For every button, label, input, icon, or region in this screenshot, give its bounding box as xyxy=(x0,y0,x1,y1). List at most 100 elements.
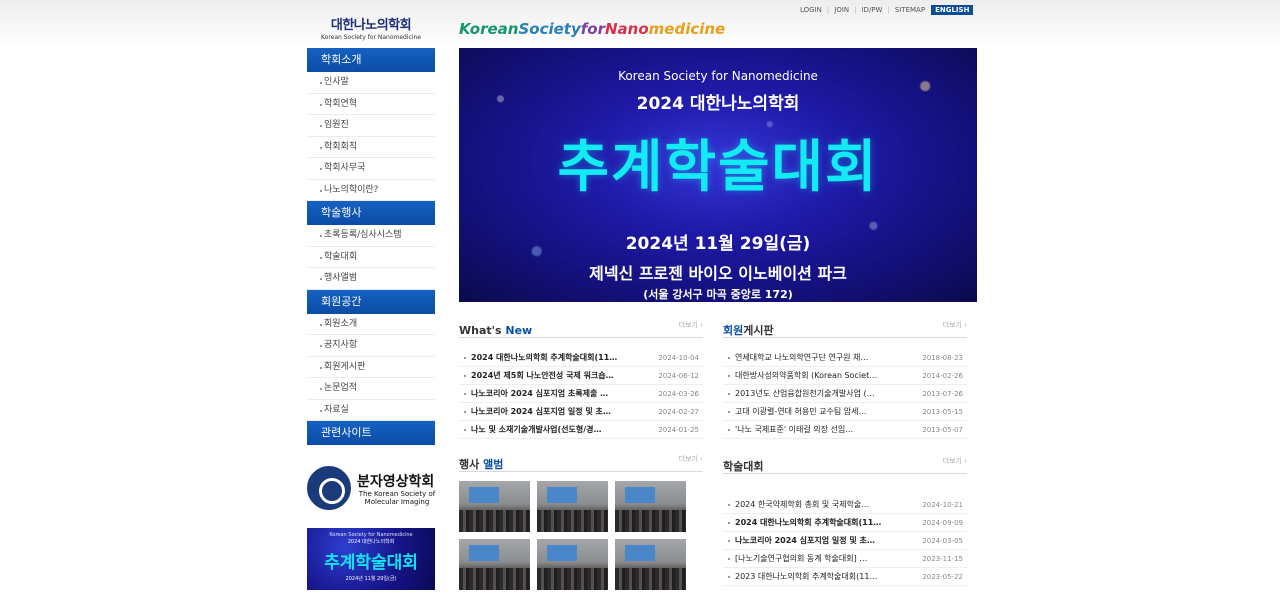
sidebar-section-related-sites[interactable]: 관련사이트 xyxy=(307,421,435,445)
sidebar-nav: 학회소개 인사말 학회연혁 임원진 학회회칙 학회사무국 나노의학이란? 학술행… xyxy=(307,48,435,445)
list-item[interactable]: 연세대학교 나노의학연구단 연구원 채… 2018-08-23 xyxy=(723,349,967,367)
list-item[interactable]: 2024 한국약제학회 총회 및 국제학술… 2024-10-21 xyxy=(723,496,967,514)
site-logo[interactable]: 대한나노의학회 Korean Society for Nanomedicine xyxy=(307,14,435,41)
sidebar-item-album[interactable]: 행사앨범 xyxy=(307,268,435,290)
album-photo[interactable] xyxy=(537,539,608,590)
list-item[interactable]: 2013년도 산업융합원천기술개발사업 (… 2013-07-26 xyxy=(723,385,967,403)
login-link[interactable]: LOGIN xyxy=(800,6,822,14)
list-item[interactable]: 2024 대한나노의학회 추계학술대회(11… 2024-10-04 xyxy=(459,349,703,367)
sidebar-section-about[interactable]: 학회소개 xyxy=(307,48,435,72)
sidebar-item-archive[interactable]: 자료실 xyxy=(307,400,435,421)
board-title: 학술대회 xyxy=(723,460,764,473)
sidebar-item-abstract-system[interactable]: 초록등록/심사시스템 xyxy=(307,225,435,247)
board-title-text: What's xyxy=(459,324,506,337)
sidebar-item-greeting[interactable]: 인사말 xyxy=(307,72,435,94)
item-title: 대한방사성의약품학회 (Korean Societ… xyxy=(735,371,878,380)
board-title-text: 행사 xyxy=(459,458,484,471)
partner-subtitle: The Korean Society of Molecular Imaging xyxy=(358,490,436,506)
hero-org-ko: 2024 대한나노의학회 xyxy=(636,94,800,114)
sidebar-item-member-board[interactable]: 회원게시판 xyxy=(307,357,435,378)
item-date: 2024-10-21 xyxy=(922,500,963,509)
find-id-pw-link[interactable]: ID/PW xyxy=(861,6,882,14)
english-button[interactable]: ENGLISH xyxy=(931,5,974,15)
item-date: 2023-11-15 xyxy=(922,554,963,563)
event-album: 행사 앨범 더보기 › xyxy=(459,453,703,590)
divider: | xyxy=(826,6,830,14)
sidebar-item-member-intro[interactable]: 회원소개 xyxy=(307,314,435,335)
list-item[interactable]: 대한방사성의약품학회 (Korean Societ… 2014-02-26 xyxy=(723,367,967,385)
item-title: '나노 국제표준' 이태걸 의장 선임… xyxy=(735,425,854,434)
item-title: 나노코리아 2024 심포지엄 일정 및 초… xyxy=(735,536,875,545)
item-title: 나노코리아 2024 심포지엄 일정 및 초… xyxy=(471,407,611,416)
item-date: 2024-06-12 xyxy=(658,371,699,380)
item-title: 2024 한국약제학회 총회 및 국제학술… xyxy=(735,500,870,509)
item-title: 2024년 제5회 나노안전성 국제 워크숍… xyxy=(471,371,614,380)
whats-new-board: What's New 더보기 › 2024 대한나노의학회 추계학술대회(11…… xyxy=(459,319,703,439)
item-date: 2024-01-25 xyxy=(658,425,699,434)
sidebar-section-events[interactable]: 학술행사 xyxy=(307,201,435,225)
item-date: 2024-09-09 xyxy=(922,518,963,527)
mini-banner-date: 2024년 11월 29일(금) xyxy=(345,576,397,582)
album-photo[interactable] xyxy=(615,539,686,590)
album-photo[interactable] xyxy=(537,481,608,532)
more-link[interactable]: 더보기 › xyxy=(679,320,703,330)
album-photo[interactable] xyxy=(459,481,530,532)
item-title: 나노 및 소재기술개발사업(선도형/경… xyxy=(471,425,602,434)
list-item[interactable]: '나노 국제표준' 이태걸 의장 선임… 2013-05-07 xyxy=(723,421,967,439)
hero-banner[interactable]: Korean Society for Nanomedicine 2024 대한나… xyxy=(459,48,977,302)
item-title: 2013년도 산업융합원천기술개발사업 (… xyxy=(735,389,875,398)
item-title: [나노기술연구협의회 동계 학술대회] … xyxy=(735,554,868,563)
item-date: 2018-08-23 xyxy=(922,353,963,362)
partner-banner[interactable]: 분자영상학회 The Korean Society of Molecular I… xyxy=(307,463,435,513)
list-item[interactable]: 나노코리아 2024 심포지엄 일정 및 초… 2024-02-27 xyxy=(459,403,703,421)
item-title: 나노코리아 2024 심포지엄 초록제출 … xyxy=(471,389,609,398)
board-title-text: 게시판 xyxy=(743,324,774,337)
hero-address: (서울 강서구 마곡 중앙로 172) xyxy=(643,288,793,301)
list-item[interactable]: [나노기술연구협의회 동계 학술대회] … 2023-11-15 xyxy=(723,550,967,568)
album-photo[interactable] xyxy=(615,481,686,532)
list-item[interactable]: 2024 대한나노의학회 추계학술대회(11… 2024-09-09 xyxy=(723,514,967,532)
sidebar-item-notices[interactable]: 공지사항 xyxy=(307,335,435,357)
sidebar-item-history[interactable]: 학회연혁 xyxy=(307,94,435,115)
more-link[interactable]: 더보기 › xyxy=(943,456,967,466)
more-link[interactable]: 더보기 › xyxy=(943,320,967,330)
society-seal-icon xyxy=(307,466,351,510)
item-date: 2013-05-15 xyxy=(922,407,963,416)
sidebar-item-conference[interactable]: 학술대회 xyxy=(307,247,435,268)
member-board: 회원게시판 더보기 › 연세대학교 나노의학연구단 연구원 채… 2018-08-… xyxy=(723,319,967,439)
site-title-segment: medicine xyxy=(648,20,726,38)
board-title: 회원게시판 xyxy=(723,324,774,337)
site-title-segment: Nano xyxy=(604,20,649,38)
divider: | xyxy=(854,6,857,14)
logo-korean: 대한나노의학회 xyxy=(330,18,412,33)
board-header: 회원게시판 더보기 › xyxy=(723,319,967,338)
sidebar-item-officers[interactable]: 임원진 xyxy=(307,115,435,137)
conference-mini-banner[interactable]: Korean Society for Nanomedicine 2024 대한나… xyxy=(307,528,435,590)
item-date: 2013-05-07 xyxy=(922,425,963,434)
board-title-accent: 회원 xyxy=(723,324,744,337)
join-link[interactable]: JOIN xyxy=(834,6,849,14)
item-title: 2024 대한나노의학회 추계학술대회(11… xyxy=(735,518,882,527)
list-item[interactable]: 2024년 제5회 나노안전성 국제 워크숍… 2024-06-12 xyxy=(459,367,703,385)
top-utility-links: LOGIN | JOIN | ID/PW | SITEMAP ENGLISH xyxy=(800,4,974,16)
list-item[interactable]: 나노 및 소재기술개발사업(선도형/경… 2024-01-25 xyxy=(459,421,703,439)
sidebar-item-office[interactable]: 학회사무국 xyxy=(307,158,435,180)
album-photo[interactable] xyxy=(459,539,530,590)
item-title: 고대 이광렬-연대 허용민 교수팀 암세… xyxy=(735,407,867,416)
sitemap-link[interactable]: SITEMAP xyxy=(895,6,925,14)
conference-board: 학술대회 더보기 › 2024 한국약제학회 총회 및 국제학술… 2024-10… xyxy=(723,455,967,586)
sidebar-section-members[interactable]: 회원공간 xyxy=(307,289,435,314)
board-header: 행사 앨범 더보기 › xyxy=(459,453,703,472)
more-link[interactable]: 더보기 › xyxy=(679,454,703,464)
sidebar-item-about-nanomedicine[interactable]: 나노의학이란? xyxy=(307,180,435,201)
sidebar-item-bylaws[interactable]: 학회회칙 xyxy=(307,137,435,158)
item-title: 2023 대한나노의학회 추계학술대회(11… xyxy=(735,572,878,581)
list-item[interactable]: 나노코리아 2024 심포지엄 초록제출 … 2024-03-26 xyxy=(459,385,703,403)
board-title: 행사 앨범 xyxy=(459,458,503,471)
list-item[interactable]: 2023 대한나노의학회 추계학술대회(11… 2023-05-22 xyxy=(723,568,967,586)
board-title: What's New xyxy=(459,324,532,337)
site-title-segment: Korean xyxy=(459,20,519,38)
list-item[interactable]: 나노코리아 2024 심포지엄 일정 및 초… 2024-03-05 xyxy=(723,532,967,550)
list-item[interactable]: 고대 이광렬-연대 허용민 교수팀 암세… 2013-05-15 xyxy=(723,403,967,421)
sidebar-item-publications[interactable]: 논문업적 xyxy=(307,378,435,400)
